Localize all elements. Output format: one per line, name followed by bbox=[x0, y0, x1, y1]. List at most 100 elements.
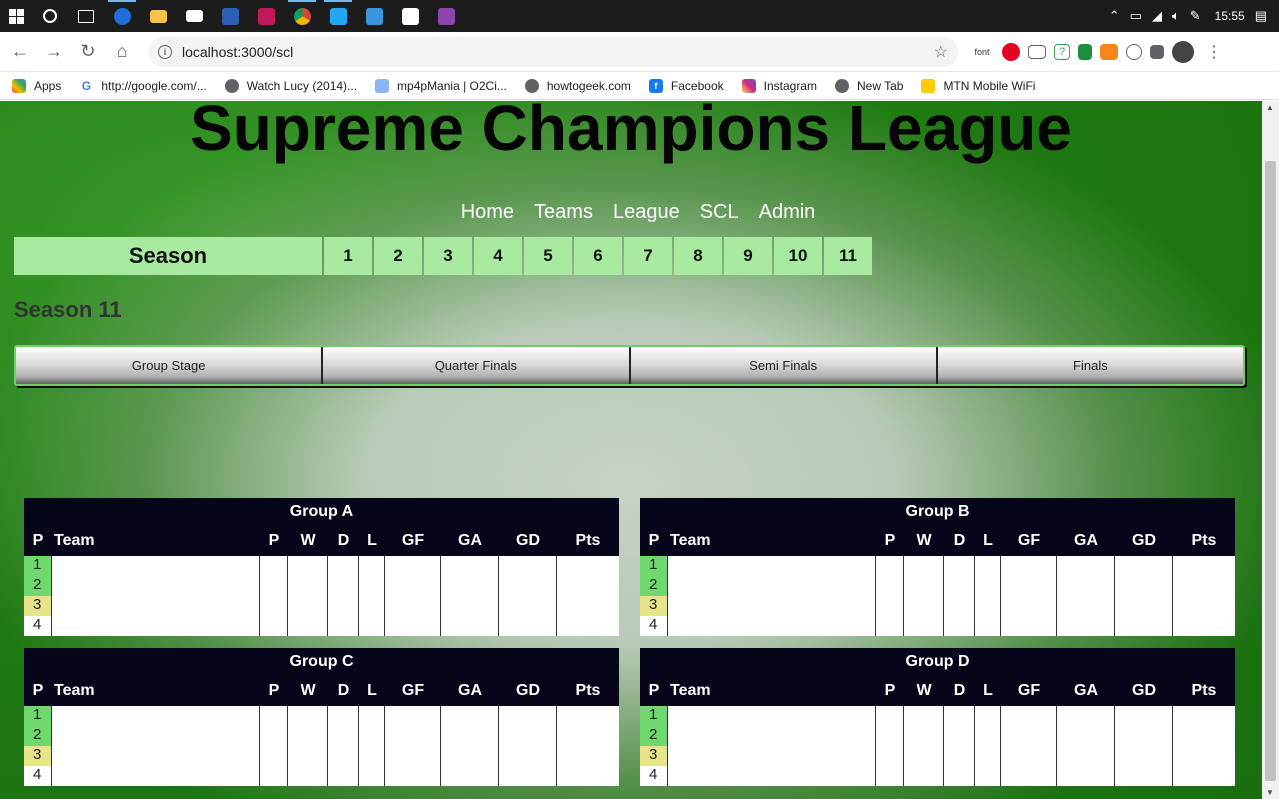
table-header: P Team P W D L GF GA GD Pts bbox=[640, 526, 1235, 556]
bookmark-facebook[interactable]: f Facebook bbox=[648, 78, 724, 93]
apps-grid-icon bbox=[12, 78, 26, 93]
season-button-5[interactable]: 5 bbox=[524, 237, 572, 275]
season-button-2[interactable]: 2 bbox=[374, 237, 422, 275]
chevron-up-icon[interactable]: ⌃ bbox=[1109, 8, 1120, 24]
bookmark-instagram[interactable]: Instagram bbox=[741, 78, 817, 93]
bookmark-google[interactable]: Ghttp://google.com/... bbox=[79, 78, 207, 93]
bookmark-apps[interactable]: Apps bbox=[12, 78, 61, 93]
windows-taskbar: ⌃ ▭ ◢ 🔈︎ ✎ 15:55 ▤ bbox=[0, 0, 1279, 32]
facebook-icon: f bbox=[648, 78, 663, 93]
col-lost: L bbox=[367, 682, 377, 699]
col-drawn: D bbox=[953, 682, 966, 699]
bookmark-star-icon[interactable]: ☆ bbox=[934, 42, 948, 62]
cortana-icon[interactable] bbox=[32, 0, 68, 32]
table-header: P Team P W D L GF GA GD Pts bbox=[24, 676, 619, 706]
col-drawn: D bbox=[337, 532, 350, 549]
metamask-icon[interactable] bbox=[1100, 43, 1118, 60]
table-row: 4 bbox=[640, 766, 1235, 786]
nav-teams[interactable]: Teams bbox=[534, 201, 593, 224]
season-button-10[interactable]: 10 bbox=[774, 237, 822, 275]
group-title: Group B bbox=[905, 503, 970, 520]
notes-app-icon[interactable] bbox=[428, 0, 464, 32]
col-goal-difference: GD bbox=[516, 532, 540, 549]
bookmark-watch-lucy[interactable]: Watch Lucy (2014)... bbox=[224, 78, 357, 93]
tab-group-stage[interactable]: Group Stage bbox=[16, 347, 324, 384]
season-button-8[interactable]: 8 bbox=[674, 237, 722, 275]
col-goal-difference: GD bbox=[1132, 682, 1156, 699]
table-row: 1 bbox=[24, 556, 619, 576]
battery-icon[interactable]: ▭ bbox=[1130, 8, 1142, 24]
scroll-thumb[interactable] bbox=[1265, 161, 1276, 781]
page-scrollbar[interactable]: ▲ ▼ bbox=[1262, 101, 1279, 799]
col-position: P bbox=[32, 532, 44, 549]
scroll-up-icon[interactable]: ▲ bbox=[1266, 103, 1274, 112]
table-row: 2 bbox=[640, 576, 1235, 596]
season-button-3[interactable]: 3 bbox=[424, 237, 472, 275]
season-button-11[interactable]: 11 bbox=[824, 237, 872, 275]
mail-icon[interactable] bbox=[176, 0, 212, 32]
menu-kebab-icon[interactable]: ⋮ bbox=[1202, 40, 1226, 64]
paint-app-icon[interactable] bbox=[248, 0, 284, 32]
group-title: Group D bbox=[905, 653, 970, 670]
stage-tabs: Group Stage Quarter Finals Semi Finals F… bbox=[14, 345, 1245, 386]
edge-icon[interactable] bbox=[104, 0, 140, 32]
profile-avatar[interactable] bbox=[1172, 40, 1194, 63]
address-bar[interactable]: i localhost:3000/scl ☆ bbox=[148, 36, 958, 67]
url-text[interactable]: localhost:3000/scl bbox=[182, 44, 934, 60]
bookmark-new-tab[interactable]: New Tab bbox=[834, 78, 903, 93]
season-button-1[interactable]: 1 bbox=[324, 237, 372, 275]
bookmark-mtn[interactable]: MTN Mobile WiFi bbox=[921, 78, 1035, 93]
nav-admin[interactable]: Admin bbox=[759, 201, 816, 224]
season-button-6[interactable]: 6 bbox=[574, 237, 622, 275]
season-button-7[interactable]: 7 bbox=[624, 237, 672, 275]
code-extension-icon[interactable] bbox=[1126, 43, 1142, 60]
clock[interactable]: 15:55 bbox=[1215, 9, 1245, 23]
col-position: P bbox=[648, 532, 660, 549]
bookmark-mp4pmania[interactable]: mp4pMania | O2Ci... bbox=[375, 78, 507, 93]
season-button-9[interactable]: 9 bbox=[724, 237, 772, 275]
info-icon[interactable]: i bbox=[158, 44, 172, 59]
col-goals-for: GF bbox=[401, 532, 425, 549]
table-header: P Team P W D L GF GA GD Pts bbox=[24, 526, 619, 556]
bookmark-howtogeek[interactable]: howtogeek.com bbox=[524, 78, 631, 93]
vscode-icon[interactable] bbox=[320, 0, 356, 32]
chrome-icon[interactable] bbox=[284, 0, 320, 32]
cast-icon[interactable] bbox=[1028, 44, 1046, 59]
table-row: 4 bbox=[24, 616, 619, 636]
app-window-icon[interactable] bbox=[356, 0, 392, 32]
nav-league[interactable]: League bbox=[613, 201, 680, 224]
font-extension-icon[interactable]: font bbox=[970, 40, 994, 64]
flag-extension-icon[interactable] bbox=[1078, 43, 1092, 60]
table-row: 4 bbox=[24, 766, 619, 786]
tab-semi-finals[interactable]: Semi Finals bbox=[630, 347, 938, 384]
reload-icon[interactable]: ↻ bbox=[72, 36, 104, 68]
forward-arrow-icon[interactable]: → bbox=[38, 36, 70, 68]
nav-scl[interactable]: SCL bbox=[700, 201, 739, 224]
network-icon[interactable]: ◢ bbox=[1152, 8, 1162, 24]
globe-icon bbox=[224, 78, 239, 93]
file-explorer-icon[interactable] bbox=[140, 0, 176, 32]
home-icon[interactable]: ⌂ bbox=[106, 36, 138, 68]
col-played: P bbox=[884, 532, 896, 549]
extensions-puzzle-icon[interactable] bbox=[1150, 44, 1164, 59]
table-row: 2 bbox=[24, 726, 619, 746]
store-icon[interactable] bbox=[392, 0, 428, 32]
pinterest-icon[interactable] bbox=[1002, 42, 1020, 61]
task-view-icon[interactable] bbox=[68, 0, 104, 32]
season-button-4[interactable]: 4 bbox=[474, 237, 522, 275]
tab-finals[interactable]: Finals bbox=[937, 347, 1243, 384]
tab-quarter-finals[interactable]: Quarter Finals bbox=[323, 347, 631, 384]
page-viewport: Supreme Champions League Home Teams Leag… bbox=[0, 101, 1262, 799]
scroll-down-icon[interactable]: ▼ bbox=[1266, 788, 1274, 797]
col-position: P bbox=[32, 682, 44, 699]
notes-tray-icon[interactable]: ✎ bbox=[1190, 8, 1201, 24]
notifications-icon[interactable]: ▤ bbox=[1255, 8, 1267, 24]
start-button[interactable] bbox=[0, 0, 32, 32]
volume-icon[interactable]: 🔈︎ bbox=[1172, 8, 1180, 24]
bookmarks-bar: Apps Ghttp://google.com/... Watch Lucy (… bbox=[0, 72, 1279, 100]
season-selector: Season 1 2 3 4 5 6 7 8 9 10 11 bbox=[14, 237, 872, 275]
nav-home[interactable]: Home bbox=[461, 201, 514, 224]
back-arrow-icon[interactable]: ← bbox=[4, 36, 36, 68]
word-icon[interactable] bbox=[212, 0, 248, 32]
help-extension-icon[interactable]: ? bbox=[1054, 43, 1070, 60]
